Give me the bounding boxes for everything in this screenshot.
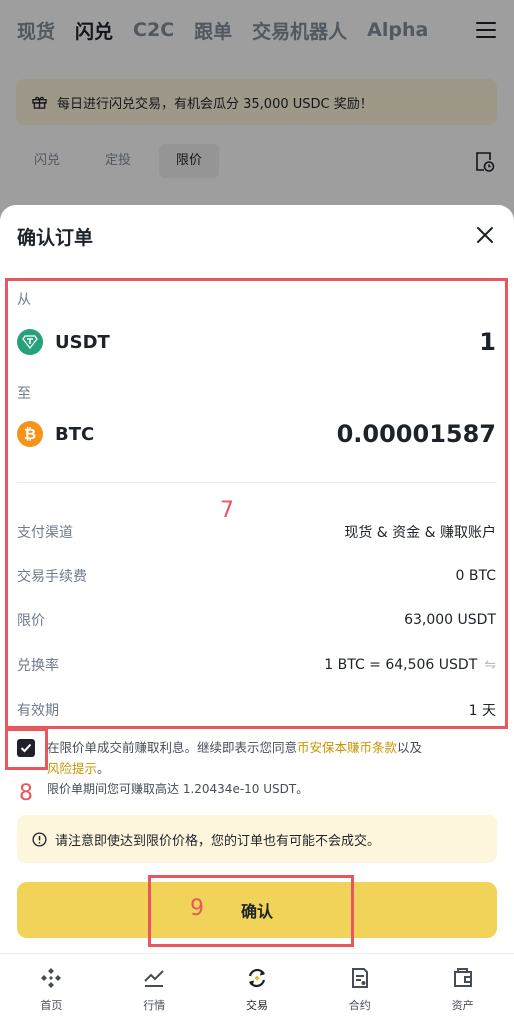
markets-icon [144, 970, 164, 987]
notice-text: 请注意即使达到限价价格，您的订单也有可能不会成交。 [55, 833, 381, 849]
terms-link-risk[interactable]: 风险提示 [47, 761, 97, 776]
sheet-title: 确认订单 [17, 227, 94, 249]
annotation-number-7: 7 [220, 498, 234, 523]
close-icon[interactable] [476, 226, 494, 244]
limit-notice: 请注意即使达到限价价格，您的订单也有可能不会成交。 [17, 815, 497, 863]
terms-text: 在限价单成交前赚取利息。继续即表示您同意币安保本赚币条款以及风险提示。 [47, 737, 497, 779]
annotation-number-9: 9 [190, 896, 204, 921]
bottom-nav-label: 交易 [245, 999, 268, 1012]
bottom-nav-assets[interactable]: 资产 [411, 954, 514, 1028]
earn-estimate: 限价单期间您可赚取高达 1.20434e-10 USDT。 [47, 782, 309, 796]
bottom-navigation: 首页 行情 交易 合约 资产 [0, 953, 514, 1028]
annotation-number-8: 8 [19, 781, 33, 806]
bottom-nav-markets[interactable]: 行情 [103, 954, 206, 1028]
terms-middle: 以及 [397, 740, 423, 755]
terms-link-earn[interactable]: 币安保本赚币条款 [297, 740, 397, 755]
annotation-box-7 [5, 278, 508, 729]
bottom-nav-label: 行情 [143, 999, 166, 1012]
bottom-nav-label: 资产 [451, 999, 474, 1012]
futures-icon [351, 968, 368, 988]
bottom-nav-futures[interactable]: 合约 [308, 954, 411, 1028]
confirm-order-sheet: 确认订单 从 USDT 1 至 ₿ BTC 0.00001587 支付渠道 现货… [0, 205, 514, 1028]
terms-prefix: 在限价单成交前赚取利息。继续即表示您同意 [47, 740, 298, 755]
bottom-nav-trade[interactable]: 交易 [206, 954, 309, 1028]
bottom-nav-label: 首页 [40, 999, 63, 1012]
info-icon [32, 831, 47, 847]
wallet-icon [453, 968, 472, 987]
annotation-box-9 [148, 875, 354, 947]
annotation-box-8 [5, 728, 48, 770]
bottom-nav-home[interactable]: 首页 [0, 954, 103, 1028]
trade-icon [248, 968, 266, 988]
bottom-nav-label: 合约 [348, 999, 371, 1012]
home-icon [41, 968, 62, 988]
terms-suffix: 。 [97, 761, 110, 776]
